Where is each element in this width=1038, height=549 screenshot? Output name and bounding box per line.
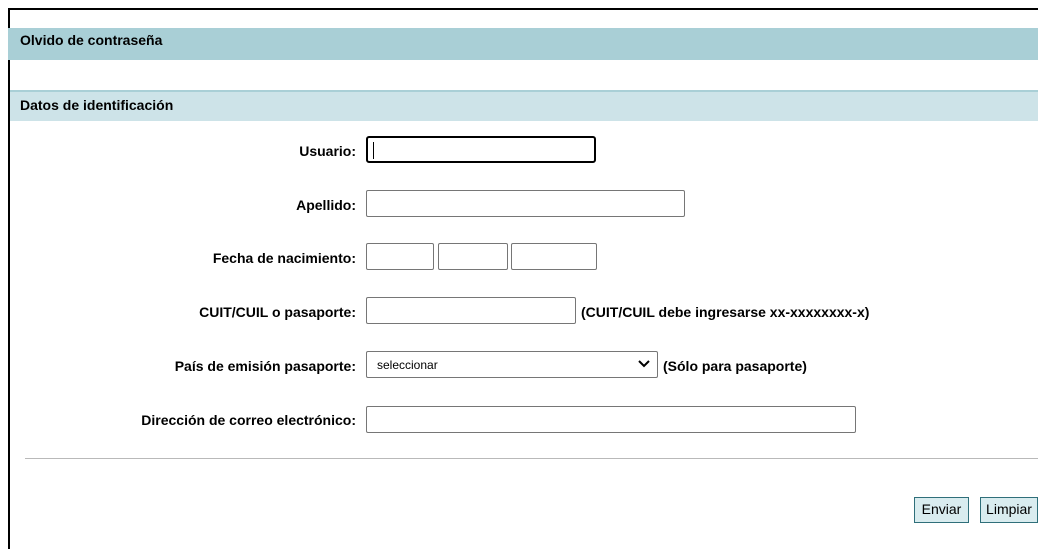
page-header: Olvido de contraseña bbox=[8, 28, 1038, 60]
cuit-hint: (CUIT/CUIL debe ingresarse xx-xxxxxxxx-x… bbox=[581, 304, 870, 320]
chevron-down-icon bbox=[637, 356, 651, 375]
usuario-input[interactable] bbox=[366, 136, 596, 163]
cuit-input[interactable] bbox=[366, 297, 576, 324]
apellido-label: Apellido: bbox=[296, 197, 356, 213]
text-caret bbox=[373, 142, 374, 159]
pais-select[interactable]: seleccionar bbox=[366, 351, 658, 378]
email-label: Dirección de correo electrónico: bbox=[141, 412, 356, 428]
section-header: Datos de identificación bbox=[10, 90, 1038, 121]
cuit-label: CUIT/CUIL o pasaporte: bbox=[199, 304, 356, 320]
email-input[interactable] bbox=[366, 406, 856, 433]
fecha-nacimiento-label: Fecha de nacimiento: bbox=[212, 250, 356, 266]
fecha-day-input[interactable] bbox=[366, 243, 434, 270]
pais-label: País de emisión pasaporte: bbox=[174, 358, 356, 374]
limpiar-button[interactable]: Limpiar bbox=[980, 497, 1038, 523]
fecha-year-input[interactable] bbox=[511, 243, 597, 270]
usuario-label: Usuario: bbox=[299, 143, 356, 159]
page-title: Olvido de contraseña bbox=[20, 32, 163, 48]
pais-selected-value: seleccionar bbox=[377, 358, 438, 372]
apellido-input[interactable] bbox=[366, 190, 685, 217]
divider bbox=[25, 458, 1038, 459]
pais-hint: (Sólo para pasaporte) bbox=[663, 358, 807, 374]
enviar-button[interactable]: Enviar bbox=[914, 497, 969, 523]
section-title: Datos de identificación bbox=[20, 97, 174, 113]
fecha-month-input[interactable] bbox=[438, 243, 508, 270]
